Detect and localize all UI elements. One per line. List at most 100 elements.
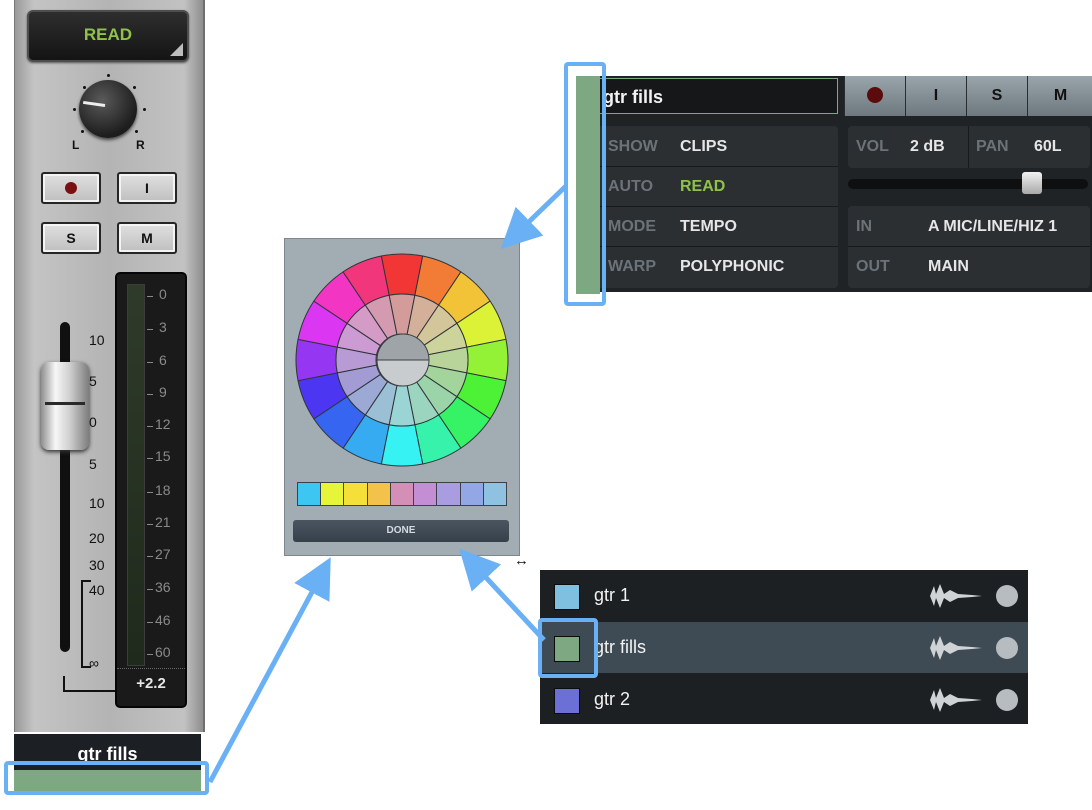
fader-scale-label: 30 [89,557,105,573]
output-row[interactable]: OUT MAIN [848,246,1090,286]
pan-right-label: R [136,138,145,152]
track-color-swatch[interactable] [554,688,580,714]
meter-tick [147,394,153,395]
warp-row[interactable]: WARP POLYPHONIC [598,246,838,286]
callout-highlight-header-color [564,62,606,306]
track-list-row[interactable]: gtr 1 [540,570,1028,621]
callout-highlight-list-swatch [538,618,598,678]
input-monitor-button[interactable]: I [117,172,177,204]
resize-cursor-icon: ↔ [514,552,529,569]
automation-mode-button[interactable]: READ [27,10,189,62]
color-swatch[interactable] [298,483,322,505]
meter-tick [147,458,153,459]
automation-mode-label: READ [83,25,133,44]
track-list-name: gtr 1 [594,585,631,605]
show-row[interactable]: SHOW CLIPS [598,126,838,167]
color-swatch[interactable] [483,483,506,505]
pan-value[interactable]: 60L [1034,138,1062,156]
vol-label: VOL [856,138,889,155]
waveform-icon [930,636,982,660]
color-swatch[interactable] [367,483,391,505]
header-record-button[interactable] [844,76,905,116]
pan-slider[interactable] [848,172,1088,194]
meter-scale-label: 9 [159,384,167,400]
pan-tick [143,108,146,111]
callout-highlight-strip-color [4,761,209,795]
color-swatch[interactable] [390,483,415,505]
io-block: IN A MIC/LINE/HIZ 1 OUT MAIN [848,206,1090,288]
mode-label: MODE [608,218,656,235]
pan-label: PAN [976,138,1009,155]
color-swatch[interactable] [414,483,438,505]
color-swatch[interactable] [321,483,345,505]
meter-scale-label: 18 [155,482,171,498]
color-swatch[interactable] [460,483,484,505]
meter-scale-label: 3 [159,319,167,335]
mixer-strip: READ L R I S M 10 5 0 5 10 20 30 40 ∞ 0 … [14,0,205,732]
track-list-row[interactable]: gtr 2 [540,674,1028,725]
header-solo-button[interactable]: S [966,76,1027,116]
track-status-dot[interactable] [996,637,1018,659]
pan-slider-handle[interactable] [1022,172,1042,194]
input-row[interactable]: IN A MIC/LINE/HIZ 1 [848,206,1090,247]
meter-tick [147,329,153,330]
fader-scale-label: 10 [89,495,105,511]
meter-tick [147,589,153,590]
meter-scale-label: 12 [155,416,171,432]
fader-scale-label: 5 [89,373,97,389]
waveform-icon [930,584,982,608]
record-icon [65,182,77,195]
meter-scale-label: 46 [155,612,171,628]
color-swatch[interactable] [437,483,461,505]
arrow-from-list [459,548,546,642]
meter-scale-label: 21 [155,514,171,530]
out-label: OUT [856,258,890,275]
solo-button[interactable]: S [41,222,101,254]
color-picker-popover: DONE [284,238,520,556]
meter-tick [147,362,153,363]
pan-tick [133,86,136,89]
track-header-panel: gtr fills I S M SHOW CLIPS AUTO READ MOD… [592,76,1092,292]
mode-row[interactable]: MODE TEMPO [598,206,838,247]
meter-scale-label: 6 [159,352,167,368]
header-mute-button[interactable]: M [1027,76,1092,116]
meter-tick [147,426,153,427]
color-wheel[interactable] [285,239,519,479]
level-meter: 0 3 6 9 12 15 18 21 27 36 46 60 +2.2 [115,272,187,708]
arrow-from-strip [207,557,331,784]
in-label: IN [856,218,872,235]
auto-row[interactable]: AUTO READ [598,166,838,207]
meter-scale-label: 36 [155,579,171,595]
auto-label: AUTO [608,178,654,195]
meter-scale-label: 60 [155,644,171,660]
divider [968,126,969,168]
vol-value[interactable]: 2 dB [910,138,945,156]
pan-knob-indicator [83,100,106,107]
header-input-button[interactable]: I [905,76,966,116]
track-name-field[interactable]: gtr fills [594,78,838,114]
color-swatch[interactable] [344,483,368,505]
mute-button[interactable]: M [117,222,177,254]
pan-tick [73,108,76,111]
arrow-from-header [500,184,568,249]
pan-tick [107,74,110,77]
pan-knob[interactable] [79,80,137,138]
track-status-dot[interactable] [996,689,1018,711]
track-list-row-selected[interactable]: gtr fills [540,622,1028,673]
volume-fader-handle[interactable] [41,362,89,450]
track-list-name: gtr 2 [594,689,631,709]
fader-scale-label: 10 [89,332,105,348]
record-arm-button[interactable] [41,172,101,204]
mode-value: TEMPO [680,218,737,235]
track-status-dot[interactable] [996,585,1018,607]
meter-peak-readout[interactable]: +2.2 [117,668,185,692]
fader-scale-label: 20 [89,530,105,546]
warp-value: POLYPHONIC [680,258,785,275]
track-color-swatch[interactable] [554,584,580,610]
fader-scale-label: 5 [89,456,97,472]
pan-tick [81,130,84,133]
meter-scale-label: 0 [159,286,167,302]
fader-handle-line [45,402,85,405]
done-button[interactable]: DONE [293,520,509,542]
meter-tick [147,524,153,525]
